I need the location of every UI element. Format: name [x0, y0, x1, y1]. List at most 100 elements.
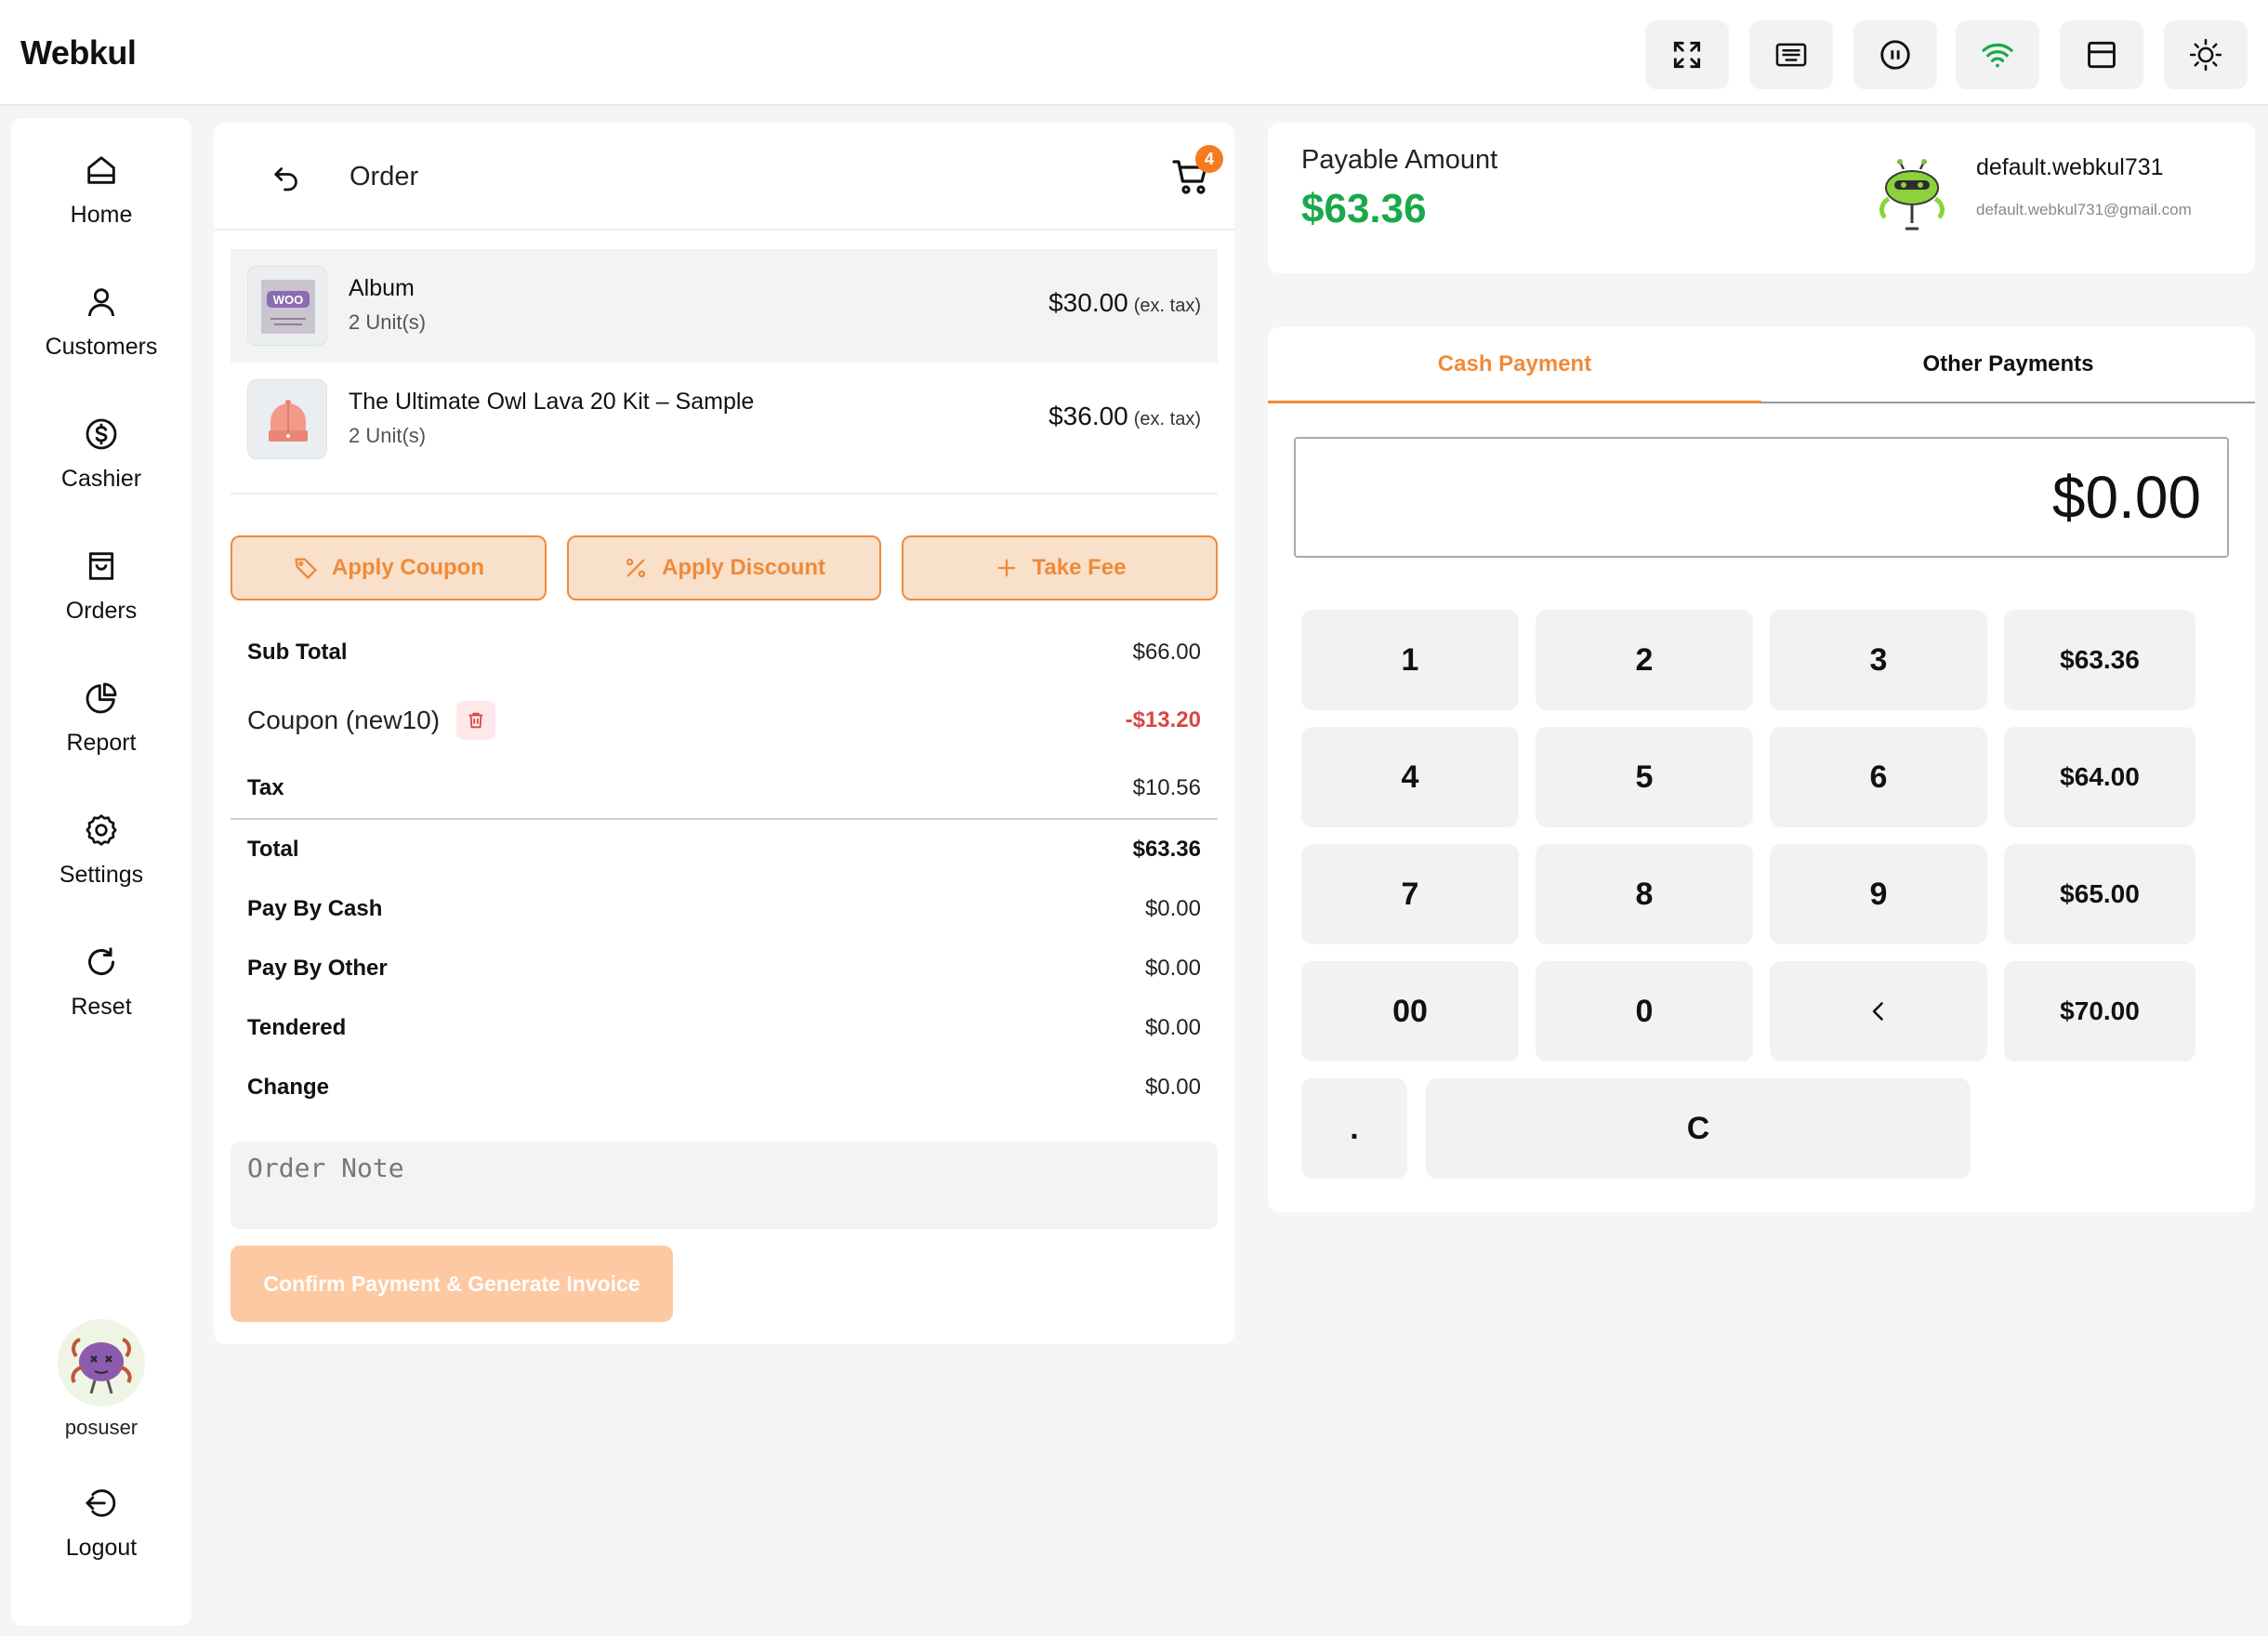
- confirm-payment-button[interactable]: Confirm Payment & Generate Invoice: [231, 1246, 673, 1322]
- payable-card: Payable Amount $63.36 default.webkul731 …: [1268, 123, 2255, 273]
- divider: [231, 818, 1218, 820]
- backspace-button[interactable]: [1770, 961, 1987, 1062]
- order-line-item[interactable]: WOO Album 2 Unit(s) $30.00 (ex. tax): [231, 249, 1218, 363]
- logout-icon: [85, 1489, 116, 1517]
- keypad-5-button[interactable]: 5: [1536, 727, 1753, 827]
- tendered-value: $0.00: [1144, 1015, 1201, 1040]
- wifi-icon: [1982, 43, 2013, 68]
- product-thumbnail: WOO: [247, 266, 327, 346]
- clear-button[interactable]: C: [1426, 1078, 1971, 1179]
- customer-avatar[interactable]: [1866, 151, 1958, 242]
- payable-label: Payable Amount: [1301, 145, 1498, 175]
- apply-discount-button[interactable]: Apply Discount: [567, 535, 881, 600]
- layout-icon: [2088, 41, 2116, 69]
- quick-amount-button[interactable]: $65.00: [2004, 844, 2195, 944]
- product-price: $30.00 (ex. tax): [1048, 288, 1201, 318]
- order-note-input[interactable]: [231, 1141, 1218, 1229]
- brand-logo: Webkul: [20, 33, 137, 72]
- cash-amount-input[interactable]: $0.00: [1294, 437, 2229, 558]
- pay-by-cash-row: Pay By Cash $0.00: [247, 896, 1201, 922]
- tab-other-payments[interactable]: Other Payments: [1761, 327, 2255, 403]
- sidebar-item-orders[interactable]: Orders: [11, 548, 191, 625]
- home-icon: [87, 156, 115, 184]
- expand-icon: [1673, 41, 1701, 69]
- quick-amount-button[interactable]: $70.00: [2004, 961, 2195, 1062]
- keypad-dot-button[interactable]: .: [1301, 1078, 1407, 1179]
- sidebar-item-home[interactable]: Home: [11, 152, 191, 229]
- price-value: $30.00: [1048, 288, 1128, 317]
- sidebar-item-cashier[interactable]: Cashier: [11, 416, 191, 493]
- apply-coupon-label: Apply Coupon: [332, 555, 484, 580]
- pay-by-other-label: Pay By Other: [247, 956, 388, 981]
- subtotal-value: $66.00: [1132, 640, 1201, 665]
- tendered-label: Tendered: [247, 1015, 347, 1040]
- quick-amount-button[interactable]: $64.00: [2004, 727, 2195, 827]
- undo-icon[interactable]: [270, 162, 303, 195]
- tax-label: Tax: [247, 775, 284, 800]
- keyboard-icon: [1775, 43, 1807, 67]
- sidebar-item-report[interactable]: Report: [11, 679, 191, 757]
- chevron-left-icon: [1872, 1002, 1883, 1021]
- keypad-3-button[interactable]: 3: [1770, 610, 1987, 710]
- wifi-button[interactable]: [1956, 20, 2039, 89]
- payable-amount: $63.36: [1301, 186, 1427, 231]
- keyboard-button[interactable]: [1749, 20, 1833, 89]
- product-name: Album: [349, 275, 415, 301]
- tag-icon: [295, 558, 317, 579]
- keypad-7-button[interactable]: 7: [1301, 844, 1519, 944]
- logout-button[interactable]: Logout: [11, 1484, 191, 1562]
- pie-chart-icon: [86, 682, 117, 714]
- take-fee-button[interactable]: Take Fee: [902, 535, 1218, 600]
- apply-coupon-button[interactable]: Apply Coupon: [231, 535, 547, 600]
- keypad-2-button[interactable]: 2: [1536, 610, 1753, 710]
- tax-value: $10.56: [1132, 775, 1201, 800]
- avatar[interactable]: [58, 1319, 145, 1406]
- order-panel: Order 4 WOO Album 2 Unit(s) $30.00 (ex. t…: [214, 123, 1234, 1344]
- price-value: $36.00: [1048, 402, 1128, 430]
- change-label: Change: [247, 1075, 330, 1100]
- product-quantity: 2 Unit(s): [349, 310, 427, 334]
- theme-button[interactable]: [2164, 20, 2248, 89]
- keypad-1-button[interactable]: 1: [1301, 610, 1519, 710]
- remove-coupon-button[interactable]: [456, 701, 496, 740]
- album-cover-icon: WOO: [261, 280, 315, 334]
- trash-icon: [468, 712, 483, 729]
- hold-button[interactable]: [1853, 20, 1937, 89]
- coupon-row: Coupon (new10) -$13.20: [247, 701, 1201, 740]
- customer-name: default.webkul731: [1976, 154, 2164, 180]
- fullscreen-button[interactable]: [1645, 20, 1729, 89]
- keypad-8-button[interactable]: 8: [1536, 844, 1753, 944]
- sidebar-item-label: Reset: [71, 994, 132, 1020]
- bag-icon: [88, 552, 114, 580]
- pay-by-other-value: $0.00: [1144, 956, 1201, 981]
- keypad-6-button[interactable]: 6: [1770, 727, 1987, 827]
- sidebar: Home Customers Cashier Orders Report Set…: [11, 118, 191, 1626]
- tax-note: (ex. tax): [1133, 296, 1201, 316]
- subtotal-label: Sub Total: [247, 640, 348, 665]
- product-thumbnail: [247, 379, 327, 459]
- order-title: Order: [349, 162, 419, 191]
- order-line-item[interactable]: The Ultimate Owl Lava 20 Kit – Sample 2 …: [231, 363, 1218, 476]
- keypad-0-button[interactable]: 0: [1536, 961, 1753, 1062]
- order-header: Order 4: [214, 123, 1234, 231]
- keypad-4-button[interactable]: 4: [1301, 727, 1519, 827]
- pause-icon: [1880, 40, 1910, 70]
- sidebar-item-reset[interactable]: Reset: [11, 943, 191, 1021]
- logout-label: Logout: [65, 1535, 138, 1561]
- pay-by-other-row: Pay By Other $0.00: [247, 956, 1201, 982]
- percent-icon: [626, 558, 646, 578]
- keypad-9-button[interactable]: 9: [1770, 844, 1987, 944]
- change-value: $0.00: [1144, 1075, 1201, 1100]
- keypad-00-button[interactable]: 00: [1301, 961, 1519, 1062]
- customer-email: default.webkul731@gmail.com: [1976, 201, 2192, 218]
- user-icon: [88, 288, 114, 317]
- tab-cash-payment[interactable]: Cash Payment: [1268, 327, 1761, 403]
- layout-button[interactable]: [2060, 20, 2143, 89]
- quick-amount-button[interactable]: $63.36: [2004, 610, 2195, 710]
- sidebar-item-settings[interactable]: Settings: [11, 811, 191, 889]
- cart-count-badge: 4: [1195, 145, 1223, 173]
- tendered-row: Tendered $0.00: [247, 1015, 1201, 1041]
- current-user-name: posuser: [64, 1416, 138, 1439]
- top-bar: Webkul: [0, 0, 2268, 106]
- sidebar-item-customers[interactable]: Customers: [11, 284, 191, 361]
